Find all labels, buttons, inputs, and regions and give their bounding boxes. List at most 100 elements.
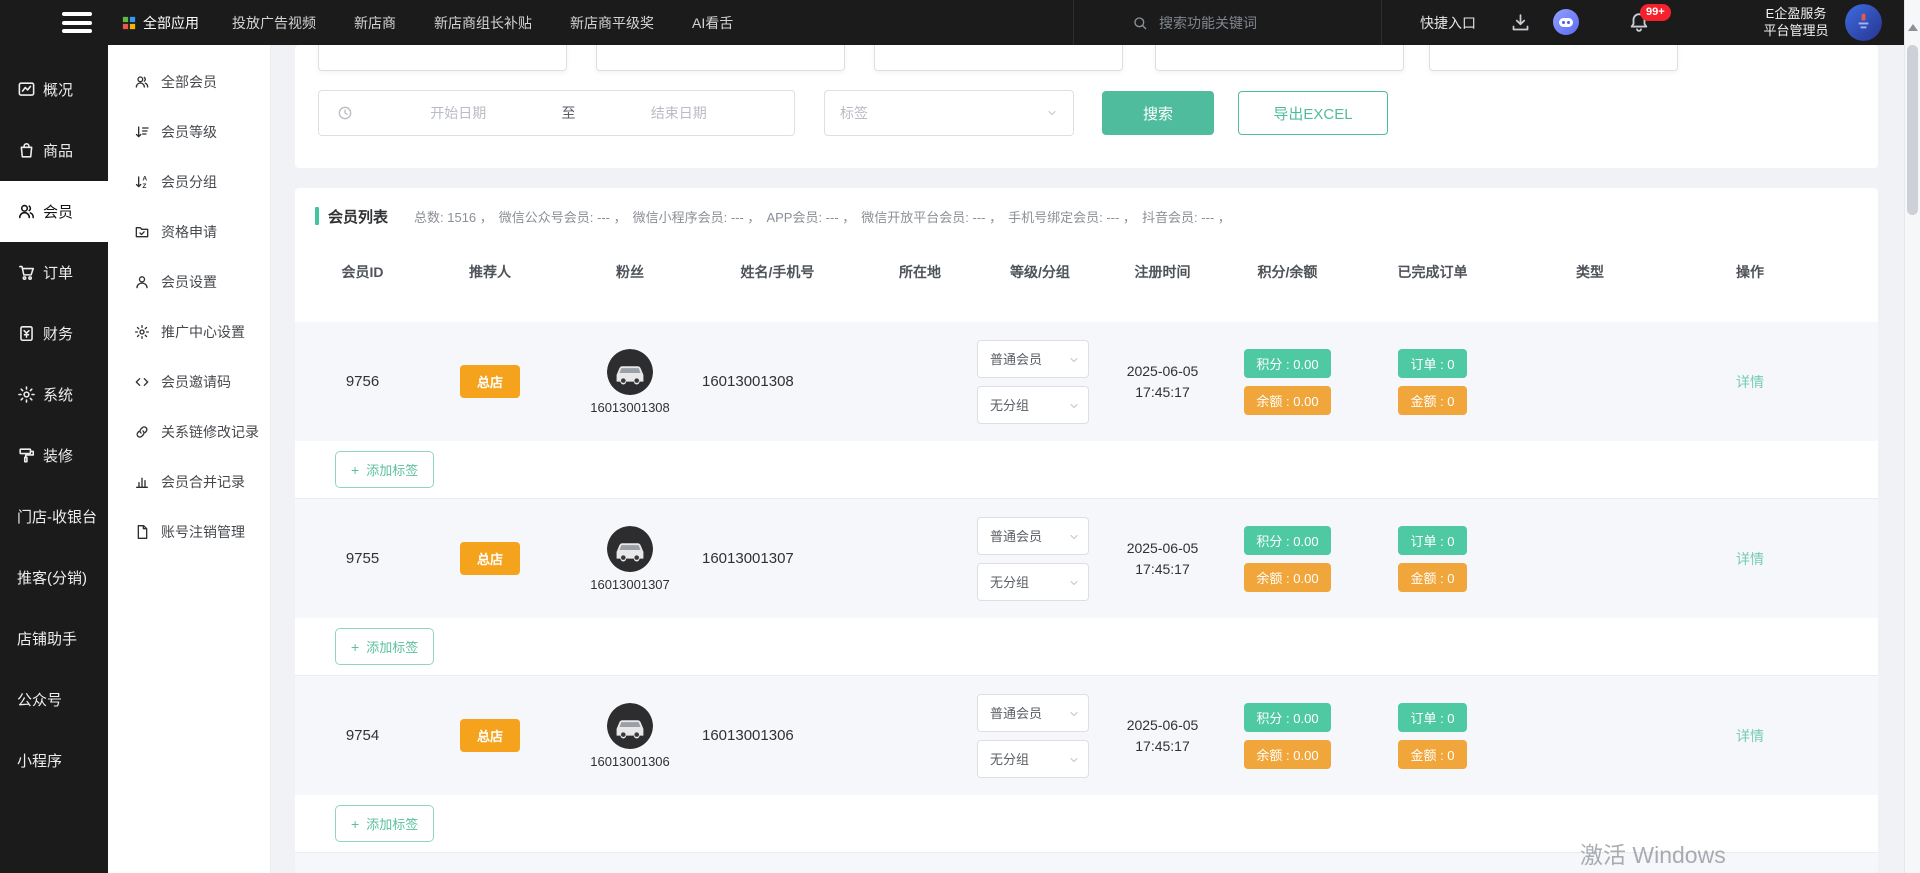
add-tag-button[interactable]: +添加标签 [335,451,434,488]
filter-input[interactable] [874,45,1123,71]
stat-item: 手机号绑定会员: --- ， [1008,207,1136,226]
member-list-panel: 会员列表 总数: 1516 ，微信公众号会员: --- ，微信小程序会员: --… [295,188,1878,873]
filter-input[interactable] [1155,45,1404,71]
stat-item: 微信小程序会员: --- ， [633,207,761,226]
group-select[interactable]: 无分组 [977,740,1089,778]
sidebar-item-finance[interactable]: 财务 [0,303,108,364]
submenu-item-merge-log[interactable]: 会员合并记录 [108,457,270,507]
submenu-item-member-group[interactable]: AZ会员分组 [108,157,270,207]
scrollbar-thumb[interactable] [1907,45,1918,215]
submenu-item-invite-code[interactable]: 会员邀请码 [108,357,270,407]
topbar-nav-item[interactable]: AI看舌 [692,13,733,33]
referrer-badge[interactable]: 总店 [460,542,520,575]
group-select-value: 无分组 [990,749,1029,768]
ai-assistant-icon[interactable] [1552,8,1580,36]
tag-placeholder: 标签 [840,103,868,123]
referrer-cell: 总店 [410,542,570,575]
register-date: 2025-06-05 [1105,538,1220,559]
level-select[interactable]: 普通会员 [977,340,1089,378]
notifications-button[interactable]: 99+ [1628,10,1652,36]
sidebar-item-member[interactable]: 会员 [0,181,108,242]
stat-item: 微信公众号会员: --- ， [499,207,627,226]
member-avatar[interactable] [607,349,653,395]
stat-item: 抖音会员: --- ， [1142,207,1231,226]
apps-grid-icon [122,16,136,30]
export-excel-button[interactable]: 导出EXCEL [1238,91,1388,135]
notification-badge: 99+ [1640,4,1671,21]
filter-input[interactable] [1429,45,1678,71]
date-range-picker[interactable]: 开始日期 至 结束日期 [318,90,795,136]
sidebar-item-shop-assistant[interactable]: 店铺助手 [0,608,108,669]
download-icon[interactable] [1510,12,1531,33]
sidebar-item-official-account[interactable]: 公众号 [0,669,108,730]
merge-icon [134,474,150,490]
group-select[interactable]: 无分组 [977,386,1089,424]
search-icon [1132,15,1148,31]
start-date-placeholder: 开始日期 [361,103,556,123]
submenu-item-member-level[interactable]: 会员等级 [108,107,270,157]
sidebar-item-mini-program[interactable]: 小程序 [0,730,108,791]
user-avatar[interactable] [1845,4,1882,41]
balance-badge: 余额 : 0.00 [1244,386,1330,415]
search-button[interactable]: 搜索 [1102,91,1214,135]
filter-input[interactable] [318,45,567,71]
submenu-item-qualification[interactable]: 资格申请 [108,207,270,257]
sidebar-item-order[interactable]: 订单 [0,242,108,303]
submenu-item-label: 会员等级 [161,122,217,142]
orders-amount-cell: 订单 : 0金额 : 0 [1355,703,1510,769]
submenu-item-label: 账号注销管理 [161,522,245,542]
sidebar-item-goods[interactable]: 商品 [0,120,108,181]
member-id: 9756 [315,373,410,390]
orders-amount-cell: 订单 : 0金额 : 0 [1355,526,1510,592]
detail-link[interactable]: 详情 [1736,551,1764,567]
sidebar-item-decorate[interactable]: 装修 [0,425,108,486]
search-input[interactable] [1157,14,1327,32]
all-apps-button[interactable]: 全部应用 [122,0,199,45]
scrollbar-up-arrow[interactable] [1908,24,1918,31]
page-scrollbar[interactable] [1904,0,1920,873]
topbar-nav-item[interactable]: 投放广告视频 [232,13,316,33]
sidebar-item-label: 店铺助手 [17,628,77,649]
submenu-item-member-settings[interactable]: 会员设置 [108,257,270,307]
add-tag-label: 添加标签 [366,814,418,833]
sidebar-item-system[interactable]: 系统 [0,364,108,425]
referrer-badge[interactable]: 总店 [460,365,520,398]
sidebar-item-store-cashier[interactable]: 门店-收银台 [0,486,108,547]
account-info[interactable]: E企盈服务 平台管理员 [1748,5,1844,39]
group-select[interactable]: 无分组 [977,563,1089,601]
member-avatar[interactable] [607,526,653,572]
tag-row: +添加标签 [295,795,1878,852]
topbar-nav-item[interactable]: 新店商 [354,13,396,33]
topbar-nav-item[interactable]: 新店商组长补贴 [434,13,532,33]
member-avatar[interactable] [607,703,653,749]
level-select[interactable]: 普通会员 [977,694,1089,732]
sidebar-item-label: 会员 [43,201,73,222]
add-tag-button[interactable]: +添加标签 [335,805,434,842]
filter-input[interactable] [596,45,845,71]
decorate-icon [17,446,36,465]
sidebar-item-overview[interactable]: 概况 [0,59,108,120]
system-icon [17,385,36,404]
add-tag-button[interactable]: +添加标签 [335,628,434,665]
detail-link[interactable]: 详情 [1736,728,1764,744]
submenu-item-account-cancel[interactable]: 账号注销管理 [108,507,270,557]
topbar-nav-item[interactable]: 新店商平级奖 [570,13,654,33]
submenu-item-all-members[interactable]: 全部会员 [108,57,270,107]
file-icon [134,524,150,540]
register-time-cell: 2025-06-0517:45:17 [1105,538,1220,580]
add-tag-label: 添加标签 [366,460,418,479]
level-select[interactable]: 普通会员 [977,517,1089,555]
detail-link[interactable]: 详情 [1736,374,1764,390]
referrer-badge[interactable]: 总店 [460,719,520,752]
tag-select[interactable]: 标签 [824,90,1074,136]
hamburger-menu-icon[interactable] [62,12,92,33]
main-content: 开始日期 至 结束日期 标签 搜索 导出EXCEL 会员列表 总数: 1516 … [271,45,1904,873]
account-line2: 平台管理员 [1748,22,1844,39]
main-sidebar: 概况商品会员订单财务系统装修门店-收银台推客(分销) 店铺助手公众号小程序 [0,45,108,873]
stat-item: APP会员: --- ， [766,207,855,226]
submenu-item-relation-log[interactable]: 关系链修改记录 [108,407,270,457]
submenu-item-promotion-settings[interactable]: 推广中心设置 [108,307,270,357]
list-title: 会员列表 [328,206,388,227]
sidebar-item-promoter[interactable]: 推客(分销) [0,547,108,608]
quick-entry-link[interactable]: 快捷入口 [1420,13,1476,33]
